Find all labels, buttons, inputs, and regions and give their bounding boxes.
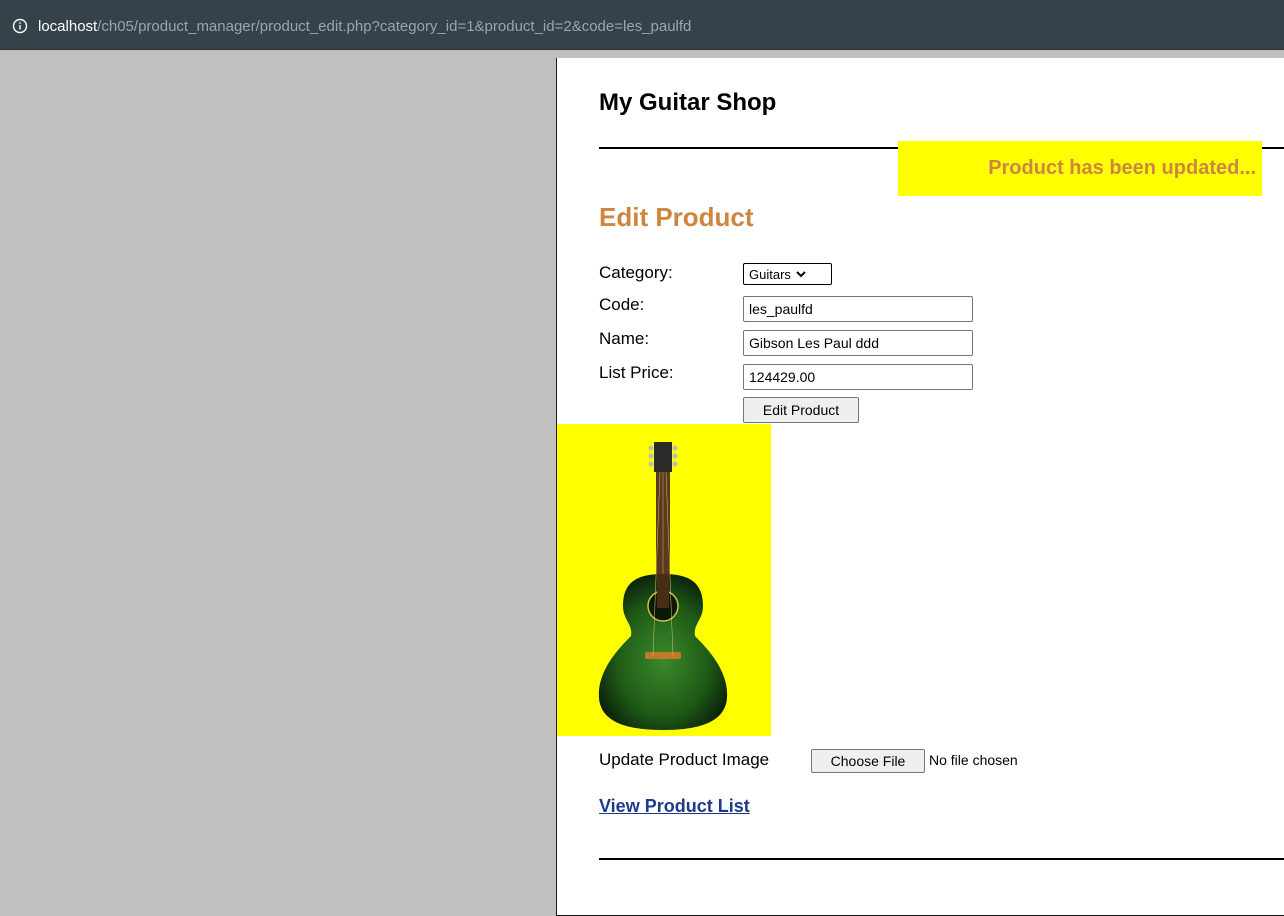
info-icon[interactable] [12,18,28,34]
no-file-text: No file chosen [929,752,1018,768]
code-input[interactable]: les_paulfd [743,296,973,322]
guitar-icon [598,442,728,730]
code-label: Code: [599,295,645,314]
url-path: /ch05/product_manager/product_edit.php?c… [97,17,692,35]
page-content: My Guitar Shop Product has been updated.… [556,58,1284,916]
name-input[interactable]: Gibson Les Paul ddd [743,330,973,356]
choose-file-button[interactable]: Choose File [811,749,925,773]
update-notice: Product has been updated... [898,141,1262,196]
product-image [557,424,771,736]
site-title: My Guitar Shop [599,89,777,116]
name-label: Name: [599,329,650,348]
chevron-down-icon [795,268,807,280]
browser-address-bar: localhost/ch05/product_manager/product_e… [0,0,1284,50]
view-product-list-link[interactable]: View Product List [599,796,750,817]
url-text[interactable]: localhost/ch05/product_manager/product_e… [38,18,691,35]
url-field[interactable]: localhost/ch05/product_manager/product_e… [4,8,1280,44]
category-select-value: Guitars [749,266,791,282]
edit-product-button[interactable]: Edit Product [743,397,859,423]
footer-divider [599,858,1284,860]
list-price-input[interactable]: 124429.00 [743,364,973,390]
url-host: localhost [38,17,98,35]
page-title: Edit Product [599,202,754,232]
update-image-label: Update Product Image [599,750,770,769]
list-price-label: List Price: [599,363,674,382]
category-label: Category: [599,263,673,282]
category-select[interactable]: Guitars [743,263,832,285]
